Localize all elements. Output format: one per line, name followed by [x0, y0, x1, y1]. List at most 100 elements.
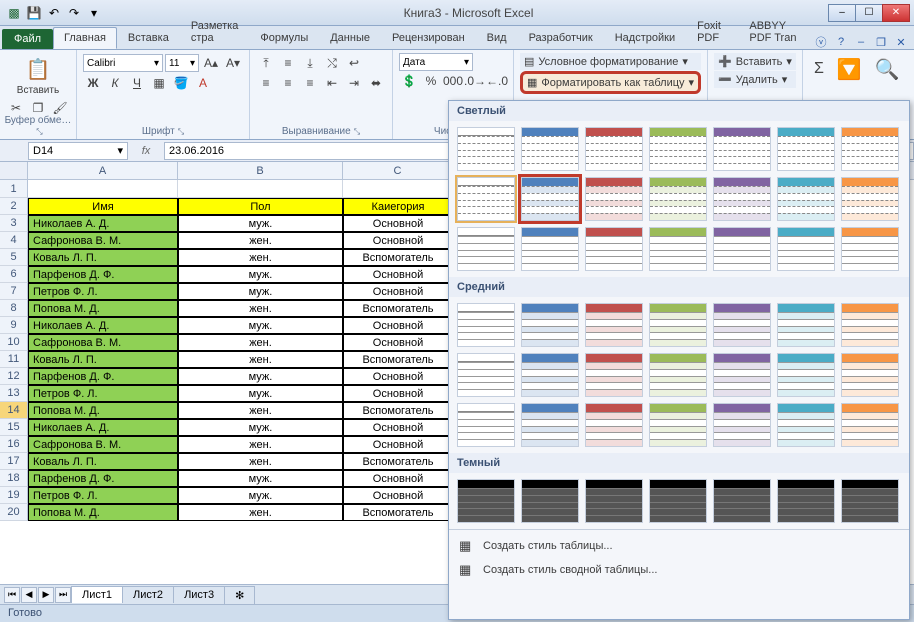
cell-category[interactable]: Основной — [343, 283, 453, 300]
increase-indent-icon[interactable]: ⇥ — [344, 73, 364, 93]
table-style-swatch[interactable] — [457, 227, 515, 271]
new-sheet-tab[interactable]: ✻ — [224, 586, 255, 604]
find-select-button[interactable]: 🔍 — [869, 53, 905, 85]
row-header[interactable]: 8 — [0, 300, 28, 317]
column-header-b[interactable]: B — [178, 162, 343, 179]
sheet-tab[interactable]: Лист2 — [122, 586, 174, 603]
decrease-decimal-icon[interactable]: ←.0 — [487, 71, 507, 91]
table-style-swatch[interactable] — [457, 479, 515, 523]
cell-category[interactable]: Вспомогатель — [343, 402, 453, 419]
table-style-swatch[interactable] — [713, 227, 771, 271]
cell-gender[interactable]: жен. — [178, 402, 343, 419]
cell-category[interactable]: Основной — [343, 317, 453, 334]
cell-category[interactable]: Вспомогатель — [343, 453, 453, 470]
cell-gender[interactable]: жен. — [178, 334, 343, 351]
cell-category[interactable]: Основной — [343, 334, 453, 351]
row-header[interactable]: 19 — [0, 487, 28, 504]
row-header[interactable]: 9 — [0, 317, 28, 334]
cell-gender[interactable]: жен. — [178, 436, 343, 453]
table-style-swatch[interactable] — [777, 227, 835, 271]
percent-icon[interactable]: % — [421, 71, 441, 91]
table-style-swatch[interactable] — [841, 353, 899, 397]
table-style-swatch[interactable] — [777, 479, 835, 523]
table-style-swatch[interactable] — [841, 479, 899, 523]
row-header[interactable]: 2 — [0, 198, 28, 215]
qat-dropdown-icon[interactable]: ▾ — [86, 5, 102, 21]
name-box[interactable]: D14▾ — [28, 142, 128, 160]
cell-category[interactable]: Основной — [343, 215, 453, 232]
cell-category[interactable]: Основной — [343, 419, 453, 436]
tab-formulas[interactable]: Формулы — [249, 27, 319, 49]
ribbon-minimize-icon[interactable]: ⓥ — [814, 35, 828, 49]
table-style-swatch[interactable] — [457, 303, 515, 347]
insert-cells-button[interactable]: ➕Вставить▾ — [714, 53, 796, 70]
align-top-icon[interactable]: ⤒ — [256, 53, 276, 73]
row-header[interactable]: 18 — [0, 470, 28, 487]
cell-category[interactable]: Основной — [343, 436, 453, 453]
cell-name[interactable]: Сафронова В. М. — [28, 232, 178, 249]
cell-category[interactable]: Основной — [343, 470, 453, 487]
table-style-swatch[interactable] — [841, 227, 899, 271]
table-style-swatch[interactable] — [713, 177, 771, 221]
row-header[interactable]: 10 — [0, 334, 28, 351]
table-style-swatch[interactable] — [777, 177, 835, 221]
cell[interactable] — [28, 180, 178, 198]
tab-view[interactable]: Вид — [476, 27, 518, 49]
orientation-icon[interactable]: ⤭ — [322, 53, 342, 73]
cell-gender[interactable]: муж. — [178, 487, 343, 504]
cell-gender[interactable]: муж. — [178, 419, 343, 436]
border-icon[interactable]: ▦ — [149, 73, 169, 93]
table-style-swatch[interactable] — [713, 127, 771, 171]
table-style-swatch[interactable] — [649, 127, 707, 171]
tab-review[interactable]: Рецензирован — [381, 27, 476, 49]
table-style-swatch[interactable] — [585, 303, 643, 347]
table-style-swatch[interactable] — [649, 303, 707, 347]
paste-button[interactable]: 📋 Вставить — [6, 53, 70, 98]
table-style-swatch[interactable] — [713, 403, 771, 447]
row-header[interactable]: 3 — [0, 215, 28, 232]
cell-name[interactable]: Коваль Л. П. — [28, 351, 178, 368]
table-style-swatch[interactable] — [649, 177, 707, 221]
font-color-icon[interactable]: A — [193, 73, 213, 93]
save-icon[interactable]: 💾 — [26, 5, 42, 21]
table-style-swatch[interactable] — [841, 177, 899, 221]
merge-icon[interactable]: ⬌ — [366, 73, 386, 93]
sheet-nav-next[interactable]: ▶ — [38, 587, 54, 603]
cell-name[interactable]: Петров Ф. Л. — [28, 385, 178, 402]
redo-icon[interactable]: ↷ — [66, 5, 82, 21]
cell-name[interactable]: Парфенов Д. Ф. — [28, 470, 178, 487]
cell-gender[interactable]: муж. — [178, 385, 343, 402]
tab-developer[interactable]: Разработчик — [518, 27, 604, 49]
table-style-swatch[interactable] — [585, 127, 643, 171]
undo-icon[interactable]: ↶ — [46, 5, 62, 21]
cell-gender[interactable]: жен. — [178, 249, 343, 266]
table-style-swatch[interactable] — [777, 353, 835, 397]
row-header[interactable]: 17 — [0, 453, 28, 470]
table-style-swatch[interactable] — [649, 353, 707, 397]
cell-category[interactable]: Вспомогатель — [343, 300, 453, 317]
table-style-swatch[interactable] — [585, 227, 643, 271]
cell-name[interactable]: Попова М. Д. — [28, 402, 178, 419]
font-size-select[interactable]: 11▾ — [165, 54, 199, 72]
sheet-nav-first[interactable]: ⏮ — [4, 587, 20, 603]
bold-icon[interactable]: Ж — [83, 73, 103, 93]
format-as-table-button[interactable]: ▦ Форматировать как таблицу▾ — [520, 71, 701, 94]
cell-gender[interactable]: муж. — [178, 368, 343, 385]
decrease-indent-icon[interactable]: ⇤ — [322, 73, 342, 93]
cell-category[interactable]: Вспомогатель — [343, 351, 453, 368]
table-style-swatch[interactable] — [777, 127, 835, 171]
table-style-swatch[interactable] — [585, 479, 643, 523]
autosum-icon[interactable]: Σ — [809, 59, 829, 79]
cell-category[interactable]: Вспомогатель — [343, 249, 453, 266]
header-cell-gender[interactable]: Пол — [178, 198, 343, 215]
table-style-swatch[interactable] — [777, 303, 835, 347]
table-style-swatch[interactable] — [521, 479, 579, 523]
italic-icon[interactable]: К — [105, 73, 125, 93]
column-header-c[interactable]: C — [343, 162, 453, 179]
tab-data[interactable]: Данные — [319, 27, 381, 49]
cell-name[interactable]: Парфенов Д. Ф. — [28, 368, 178, 385]
align-bottom-icon[interactable]: ⤓ — [300, 53, 320, 73]
align-left-icon[interactable]: ≡ — [256, 73, 276, 93]
tab-abbyy[interactable]: ABBYY PDF Tran — [738, 15, 814, 49]
table-style-swatch[interactable] — [521, 353, 579, 397]
